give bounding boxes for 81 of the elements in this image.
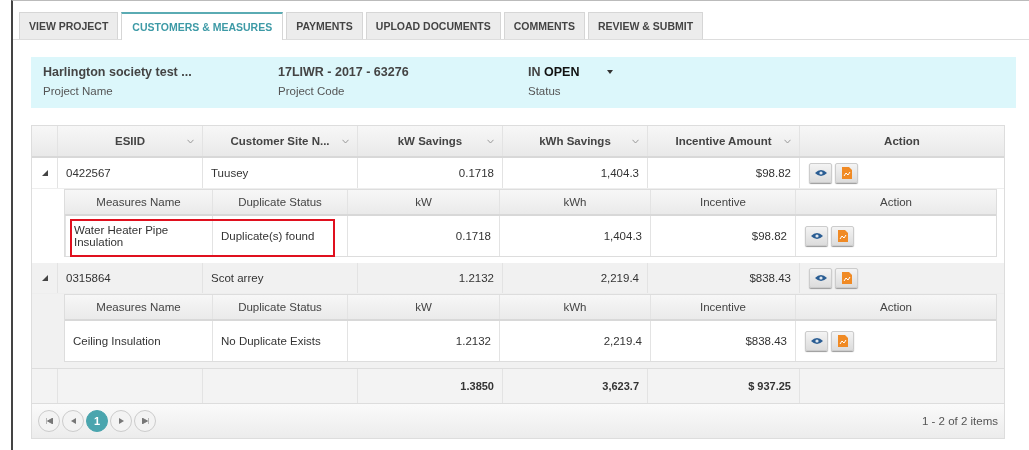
column-header: Measures Name: [96, 301, 181, 313]
table-cell: 0.1718: [458, 167, 494, 179]
table-cell: 1,404.3: [600, 167, 639, 179]
tab[interactable]: COMMENTS: [503, 12, 585, 39]
field-label: Project Name: [43, 85, 114, 97]
table-cell: 0315864: [66, 272, 111, 284]
table-cell: 0422567: [66, 167, 111, 179]
document-icon: [837, 230, 848, 242]
field-label: Project Code: [278, 85, 346, 97]
sort-caret-icon[interactable]: [187, 139, 194, 144]
total-cell: 3,623.7: [602, 380, 639, 392]
column-header[interactable]: Incentive Amount: [675, 135, 772, 147]
column-header: Measures Name: [96, 196, 181, 208]
column-header: kW: [415, 301, 432, 313]
column-header: Incentive: [700, 301, 746, 313]
column-header: kWh: [563, 301, 587, 313]
view-button[interactable]: [809, 268, 832, 288]
sort-caret-icon[interactable]: [784, 139, 791, 144]
sort-caret-icon[interactable]: [632, 139, 639, 144]
field-value: IN OPEN: [528, 65, 580, 79]
table-cell: 1,404.3: [603, 230, 642, 242]
next-page-button[interactable]: [110, 410, 132, 432]
column-header: kW: [415, 196, 432, 208]
table-cell: $98.82: [755, 167, 791, 179]
expand-arrow-icon[interactable]: [41, 170, 48, 176]
eye-icon: [810, 232, 823, 240]
pager-info: 1 - 2 of 2 items: [921, 415, 998, 427]
field-value: 17LIWR - 2017 - 63276: [278, 65, 409, 79]
document-icon: [841, 167, 852, 179]
eye-icon: [814, 274, 827, 282]
table-cell: 0.1718: [455, 230, 491, 242]
last-page-icon: [141, 418, 149, 424]
tab[interactable]: UPLOAD DOCUMENTS: [365, 12, 501, 39]
column-header: Incentive: [700, 196, 746, 208]
table-cell: $838.43: [749, 272, 791, 284]
total-cell: $ 937.25: [748, 380, 791, 392]
table-cell: No Duplicate Exists: [221, 335, 321, 347]
table-cell-text: Water Heater Pipe Insulation: [74, 224, 170, 248]
next-page-icon: [118, 418, 124, 424]
tab[interactable]: REVIEW & SUBMIT: [587, 12, 704, 39]
table-cell: Scot arrey: [211, 272, 264, 284]
first-page-icon: [45, 418, 53, 424]
last-page-button[interactable]: [134, 410, 156, 432]
eye-icon: [810, 337, 823, 345]
column-header[interactable]: Customer Site N...: [230, 135, 330, 147]
document-icon: [841, 272, 852, 284]
table-cell: $838.43: [745, 335, 787, 347]
eye-icon: [814, 169, 827, 177]
table-cell: $98.82: [751, 230, 787, 242]
sort-caret-icon[interactable]: [487, 139, 494, 144]
table-cell: 1.2132: [458, 272, 494, 284]
column-header[interactable]: ESIID: [114, 135, 145, 147]
column-header: Action: [880, 196, 912, 208]
column-header: Duplicate Status: [238, 196, 322, 208]
tab[interactable]: PAYMENTS: [286, 12, 363, 39]
tab[interactable]: VIEW PROJECT: [19, 12, 119, 39]
sort-caret-icon[interactable]: [342, 139, 349, 144]
column-header[interactable]: kW Savings: [397, 135, 463, 147]
previous-page-icon: [70, 418, 76, 424]
total-cell: 1.3850: [460, 380, 494, 392]
table-cell: 1.2132: [455, 335, 491, 347]
view-button[interactable]: [809, 163, 832, 183]
column-header[interactable]: kWh Savings: [539, 135, 611, 147]
table-cell: Tuusey: [211, 167, 249, 179]
column-header: kWh: [563, 196, 587, 208]
column-header[interactable]: Action: [884, 135, 920, 147]
column-header: Duplicate Status: [238, 301, 322, 313]
field-label: Status: [528, 85, 562, 97]
table-cell: Ceiling Insulation: [73, 335, 161, 347]
view-button[interactable]: [805, 331, 828, 351]
field-value: Harlington society test ...: [43, 65, 192, 79]
document-icon: [837, 335, 848, 347]
table-cell: 2,219.4: [603, 335, 642, 347]
table-cell: 2,219.4: [600, 272, 639, 284]
first-page-button[interactable]: [38, 410, 60, 432]
column-header: Action: [880, 301, 912, 313]
expand-arrow-icon[interactable]: [41, 275, 48, 281]
previous-page-button[interactable]: [62, 410, 84, 432]
table-cell: Duplicate(s) found: [221, 230, 315, 242]
dropdown-caret-icon[interactable]: [607, 70, 614, 74]
view-button[interactable]: [805, 226, 828, 246]
